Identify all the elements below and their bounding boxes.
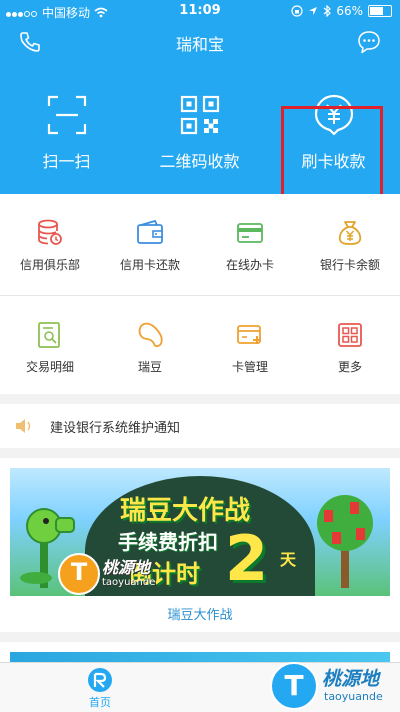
watermark-domain-large: taoyuande	[324, 690, 383, 703]
watermark-name-large: 桃源地	[322, 668, 380, 690]
bluetooth-icon	[323, 5, 332, 17]
tab-home[interactable]: 首页	[70, 663, 130, 712]
card-icon	[237, 223, 263, 243]
battery-percent: 66%	[336, 4, 363, 18]
promo-card[interactable]: 瑞豆大作战 手续费折扣 倒计时 2 天 瑞豆大作战	[0, 458, 400, 632]
function-grid-row-1: 信用俱乐部 信用卡还款 在线办卡 银行卡余额	[0, 194, 400, 296]
next-card-preview	[0, 642, 400, 662]
lock-rotation-icon	[291, 5, 303, 17]
bank-balance-label: 银行卡余额	[319, 258, 380, 272]
database-icon	[38, 219, 62, 245]
banner-subtitle: 手续费折扣	[118, 530, 218, 554]
watermark-logo: 桃源地 taoyuande	[58, 553, 188, 597]
notice-bar[interactable]: 建设银行系统维护通知	[0, 404, 400, 448]
ruidou-button[interactable]: 瑞豆	[100, 296, 200, 394]
online-card-apply-button[interactable]: 在线办卡	[200, 194, 300, 295]
tab-home-label: 首页	[89, 696, 111, 709]
qrcode-payment-label: 二维码收款	[159, 152, 240, 171]
banner-countdown-number: 2	[225, 522, 269, 595]
header: 瑞和宝 扫一扫 二维码收款 刷卡收款	[0, 22, 400, 199]
speaker-icon	[16, 419, 31, 433]
banner-countdown-unit: 天	[280, 550, 297, 569]
home-logo-icon	[88, 668, 112, 692]
status-right: 66%	[291, 4, 392, 18]
grid-icon	[338, 323, 362, 347]
card-management-button[interactable]: 卡管理	[200, 296, 300, 394]
qrcode-payment-button[interactable]: 二维码收款	[133, 84, 266, 194]
wallet-icon	[137, 219, 163, 244]
credit-club-button[interactable]: 信用俱乐部	[0, 194, 100, 295]
function-grid-row-2: 交易明细 瑞豆 卡管理 更多	[0, 296, 400, 394]
online-card-apply-label: 在线办卡	[225, 258, 274, 272]
watermark-logo-large: 桃源地 taoyuande	[270, 660, 398, 710]
transaction-details-button[interactable]: 交易明细	[0, 296, 100, 394]
credit-club-label: 信用俱乐部	[19, 258, 80, 272]
watermark-domain: taoyuande	[102, 577, 156, 588]
promo-caption: 瑞豆大作战	[167, 608, 233, 623]
money-tree-icon	[317, 495, 373, 588]
battery-icon	[368, 5, 392, 17]
scan-label: 扫一扫	[42, 152, 91, 171]
money-bag-icon	[338, 221, 362, 245]
watermark-badge-large-icon	[270, 662, 318, 710]
more-label: 更多	[337, 360, 362, 374]
watermark-badge-icon	[58, 553, 100, 595]
card-management-label: 卡管理	[231, 360, 268, 374]
ruidou-label: 瑞豆	[137, 360, 162, 374]
scan-icon	[47, 95, 86, 135]
bean-icon	[138, 322, 163, 348]
credit-card-repay-button[interactable]: 信用卡还款	[100, 194, 200, 295]
status-bar: 中国移动 11:09 66%	[0, 0, 400, 22]
highlight-box	[281, 106, 383, 199]
watermark-name: 桃源地	[102, 558, 151, 577]
notice-text: 建设银行系统维护通知	[50, 421, 181, 436]
receipt-search-icon	[38, 322, 60, 348]
bank-balance-button[interactable]: 银行卡余额	[300, 194, 400, 295]
chat-icon[interactable]	[356, 29, 382, 55]
qrcode-icon	[180, 95, 219, 135]
scan-button[interactable]: 扫一扫	[0, 84, 133, 194]
card-add-icon	[237, 325, 261, 344]
app-title: 瑞和宝	[175, 35, 224, 54]
more-button[interactable]: 更多	[300, 296, 400, 394]
transaction-details-label: 交易明细	[25, 360, 74, 374]
credit-card-repay-label: 信用卡还款	[119, 258, 180, 272]
location-icon	[309, 7, 318, 15]
